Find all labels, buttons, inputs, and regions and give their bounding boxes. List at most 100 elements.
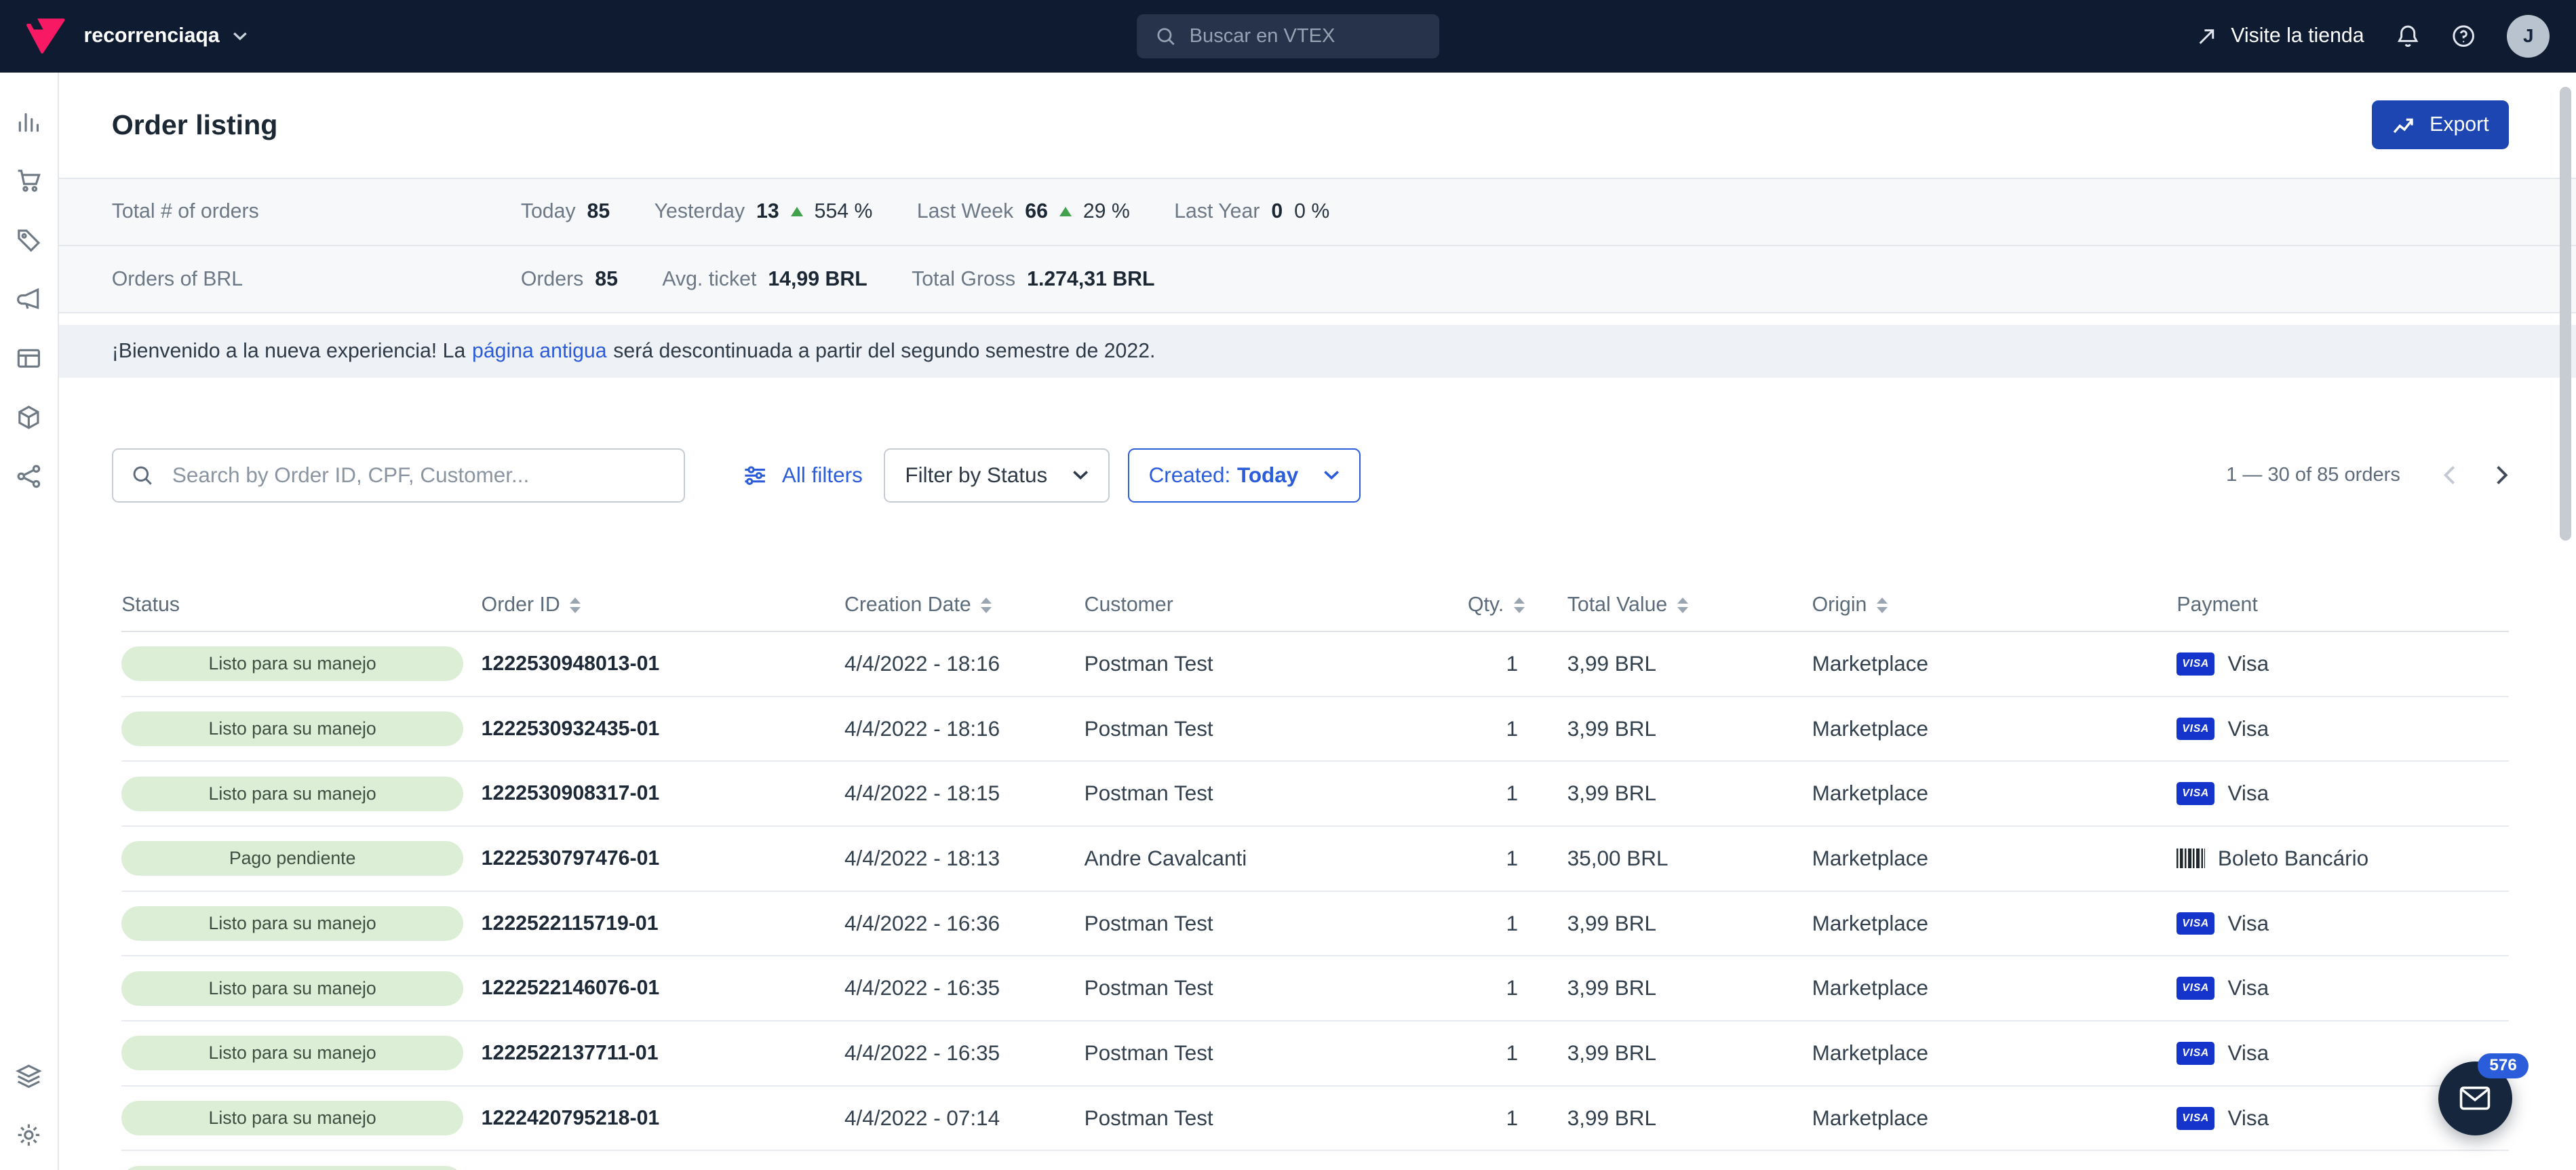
column-header-payment: Payment bbox=[2177, 593, 2508, 617]
table-row[interactable]: Listo para su manejo 1222420795218-01 4/… bbox=[121, 1087, 2508, 1152]
sort-icon bbox=[981, 598, 992, 613]
page-header: Order listing Export bbox=[59, 73, 2576, 178]
status-cell: Listo para su manejo bbox=[121, 646, 481, 681]
table-row[interactable]: Listo para su manejo 1222522137711-01 4/… bbox=[121, 1021, 2508, 1087]
barcode-icon bbox=[2177, 849, 2204, 868]
sidebar-item-bar-chart[interactable] bbox=[16, 109, 42, 135]
order-search[interactable] bbox=[112, 448, 685, 503]
notifications-button[interactable] bbox=[2396, 24, 2420, 48]
order-id-cell: 1222522115719-01 bbox=[482, 912, 844, 935]
status-badge: Listo para su manejo bbox=[121, 1101, 463, 1135]
stats-row-label: Total # of orders bbox=[112, 200, 521, 223]
external-link-icon bbox=[2196, 26, 2217, 47]
visit-store-label: Visite la tienda bbox=[2231, 24, 2364, 47]
all-filters-button[interactable]: All filters bbox=[743, 463, 863, 488]
payment-cell: VISAVisa bbox=[2177, 781, 2508, 806]
payment-label: Visa bbox=[2227, 1106, 2269, 1131]
table-row[interactable]: Listo para su manejo 1222530932435-01 4/… bbox=[121, 697, 2508, 762]
column-header-creation-date[interactable]: Creation Date bbox=[844, 593, 1085, 617]
table-header: StatusOrder IDCreation DateCustomerQty.T… bbox=[121, 580, 2508, 633]
stat-label: Orders bbox=[521, 268, 584, 291]
column-header-label: Payment bbox=[2177, 593, 2257, 617]
sidebar-item-gear[interactable] bbox=[16, 1122, 42, 1148]
scrollbar-thumb[interactable] bbox=[2560, 87, 2571, 541]
status-badge: Listo para su manejo bbox=[121, 971, 463, 1006]
column-header-total-value[interactable]: Total Value bbox=[1567, 593, 1812, 617]
global-search[interactable]: Buscar en VTEX bbox=[1137, 14, 1439, 58]
column-header-origin[interactable]: Origin bbox=[1812, 593, 2177, 617]
sidebar-item-share[interactable] bbox=[16, 463, 42, 490]
notice-banner: ¡Bienvenido a la nueva experiencia! La p… bbox=[59, 325, 2576, 378]
creation-date-cell: 4/4/2022 - 18:13 bbox=[844, 846, 1085, 871]
origin-cell: Marketplace bbox=[1812, 1041, 2177, 1066]
filter-toolbar: All filters Filter by Status Created: To… bbox=[112, 448, 2509, 503]
sidebar-item-cart[interactable] bbox=[16, 168, 42, 194]
notification-badge: 576 bbox=[2478, 1053, 2528, 1079]
chat-fab[interactable]: 576 bbox=[2438, 1061, 2512, 1135]
status-cell: Listo para su manejo bbox=[121, 971, 481, 1006]
avatar-initial: J bbox=[2523, 25, 2534, 47]
sidebar-item-table[interactable] bbox=[16, 345, 42, 372]
stat-label: Avg. ticket bbox=[662, 268, 756, 291]
help-icon bbox=[2451, 24, 2476, 48]
sidebar-item-tag[interactable] bbox=[16, 227, 42, 253]
box-icon bbox=[16, 404, 42, 431]
column-header-order-id[interactable]: Order ID bbox=[482, 593, 844, 617]
global-search-placeholder: Buscar en VTEX bbox=[1190, 25, 1335, 47]
column-header-qty[interactable]: Qty. bbox=[1406, 593, 1567, 617]
table-icon bbox=[16, 345, 42, 372]
sidebar-item-box[interactable] bbox=[16, 404, 42, 431]
created-filter-dropdown[interactable]: Created: Today bbox=[1128, 448, 1361, 503]
customer-cell: Postman Test bbox=[1085, 652, 1407, 676]
payment-label: Boleto Bancário bbox=[2218, 846, 2368, 871]
created-filter-label: Created: bbox=[1149, 463, 1231, 488]
avatar[interactable]: J bbox=[2507, 15, 2550, 58]
stat-item: Last Week6629 % bbox=[917, 200, 1130, 223]
qty-cell: 1 bbox=[1406, 1106, 1567, 1131]
next-page-button[interactable] bbox=[2495, 465, 2508, 485]
status-cell: Pago pendiente bbox=[121, 841, 481, 876]
old-page-link[interactable]: página antigua bbox=[472, 340, 607, 363]
payment-label: Visa bbox=[2227, 1041, 2269, 1066]
sidebar-item-megaphone[interactable] bbox=[16, 286, 42, 312]
search-icon bbox=[131, 464, 154, 487]
total-value-cell: 3,99 BRL bbox=[1567, 652, 1812, 676]
origin-cell: Marketplace bbox=[1812, 652, 2177, 676]
status-badge: Listo para su manejo bbox=[121, 646, 463, 681]
table-row[interactable]: Listo para su manejo 1222530948013-01 4/… bbox=[121, 632, 2508, 697]
status-filter-dropdown[interactable]: Filter by Status bbox=[884, 448, 1110, 503]
scrollbar[interactable] bbox=[2560, 81, 2573, 1167]
table-row[interactable]: Listo para su manejo 1222522115719-01 4/… bbox=[121, 892, 2508, 957]
sidebar-item-layers[interactable] bbox=[16, 1063, 42, 1089]
column-header-label: Total Value bbox=[1567, 593, 1668, 617]
status-cell: Listo para su manejo bbox=[121, 1166, 481, 1170]
chevron-left-icon bbox=[2443, 465, 2456, 485]
creation-date-cell: 4/4/2022 - 18:16 bbox=[844, 717, 1085, 741]
status-badge: Pago pendiente bbox=[121, 841, 463, 876]
stat-value: 13 bbox=[756, 200, 779, 223]
table-row[interactable]: Pago pendiente 1222530797476-01 4/4/2022… bbox=[121, 827, 2508, 892]
created-filter-value: Today bbox=[1237, 463, 1298, 488]
origin-cell: Marketplace bbox=[1812, 912, 2177, 936]
account-switcher[interactable]: recorrenciaqa bbox=[84, 24, 248, 47]
sliders-icon bbox=[743, 463, 767, 488]
chevron-down-icon bbox=[233, 31, 248, 41]
table-row[interactable]: Listo para su manejo 1222522146076-01 4/… bbox=[121, 956, 2508, 1021]
customer-cell: Postman Test bbox=[1085, 976, 1407, 1000]
table-row[interactable]: Listo para su manejo bbox=[121, 1151, 2508, 1169]
table-row[interactable]: Listo para su manejo 1222530908317-01 4/… bbox=[121, 762, 2508, 827]
vtex-admin-window: recorrenciaqa Buscar en VTEX Visite la t… bbox=[0, 0, 2576, 1170]
line-chart-icon bbox=[2392, 113, 2416, 137]
prev-page-button[interactable] bbox=[2443, 465, 2456, 485]
stat-delta: 554 % bbox=[815, 200, 873, 223]
origin-cell: Marketplace bbox=[1812, 1106, 2177, 1131]
qty-cell: 1 bbox=[1406, 1041, 1567, 1066]
column-header-label: Origin bbox=[1812, 593, 1867, 617]
help-button[interactable] bbox=[2451, 24, 2476, 48]
visit-store-link[interactable]: Visite la tienda bbox=[2196, 24, 2364, 47]
gear-icon bbox=[16, 1122, 42, 1148]
order-id-cell: 1222530908317-01 bbox=[482, 782, 844, 805]
order-search-input[interactable] bbox=[169, 461, 665, 489]
export-button[interactable]: Export bbox=[2372, 100, 2508, 150]
stat-delta: 0 % bbox=[1294, 200, 1329, 223]
